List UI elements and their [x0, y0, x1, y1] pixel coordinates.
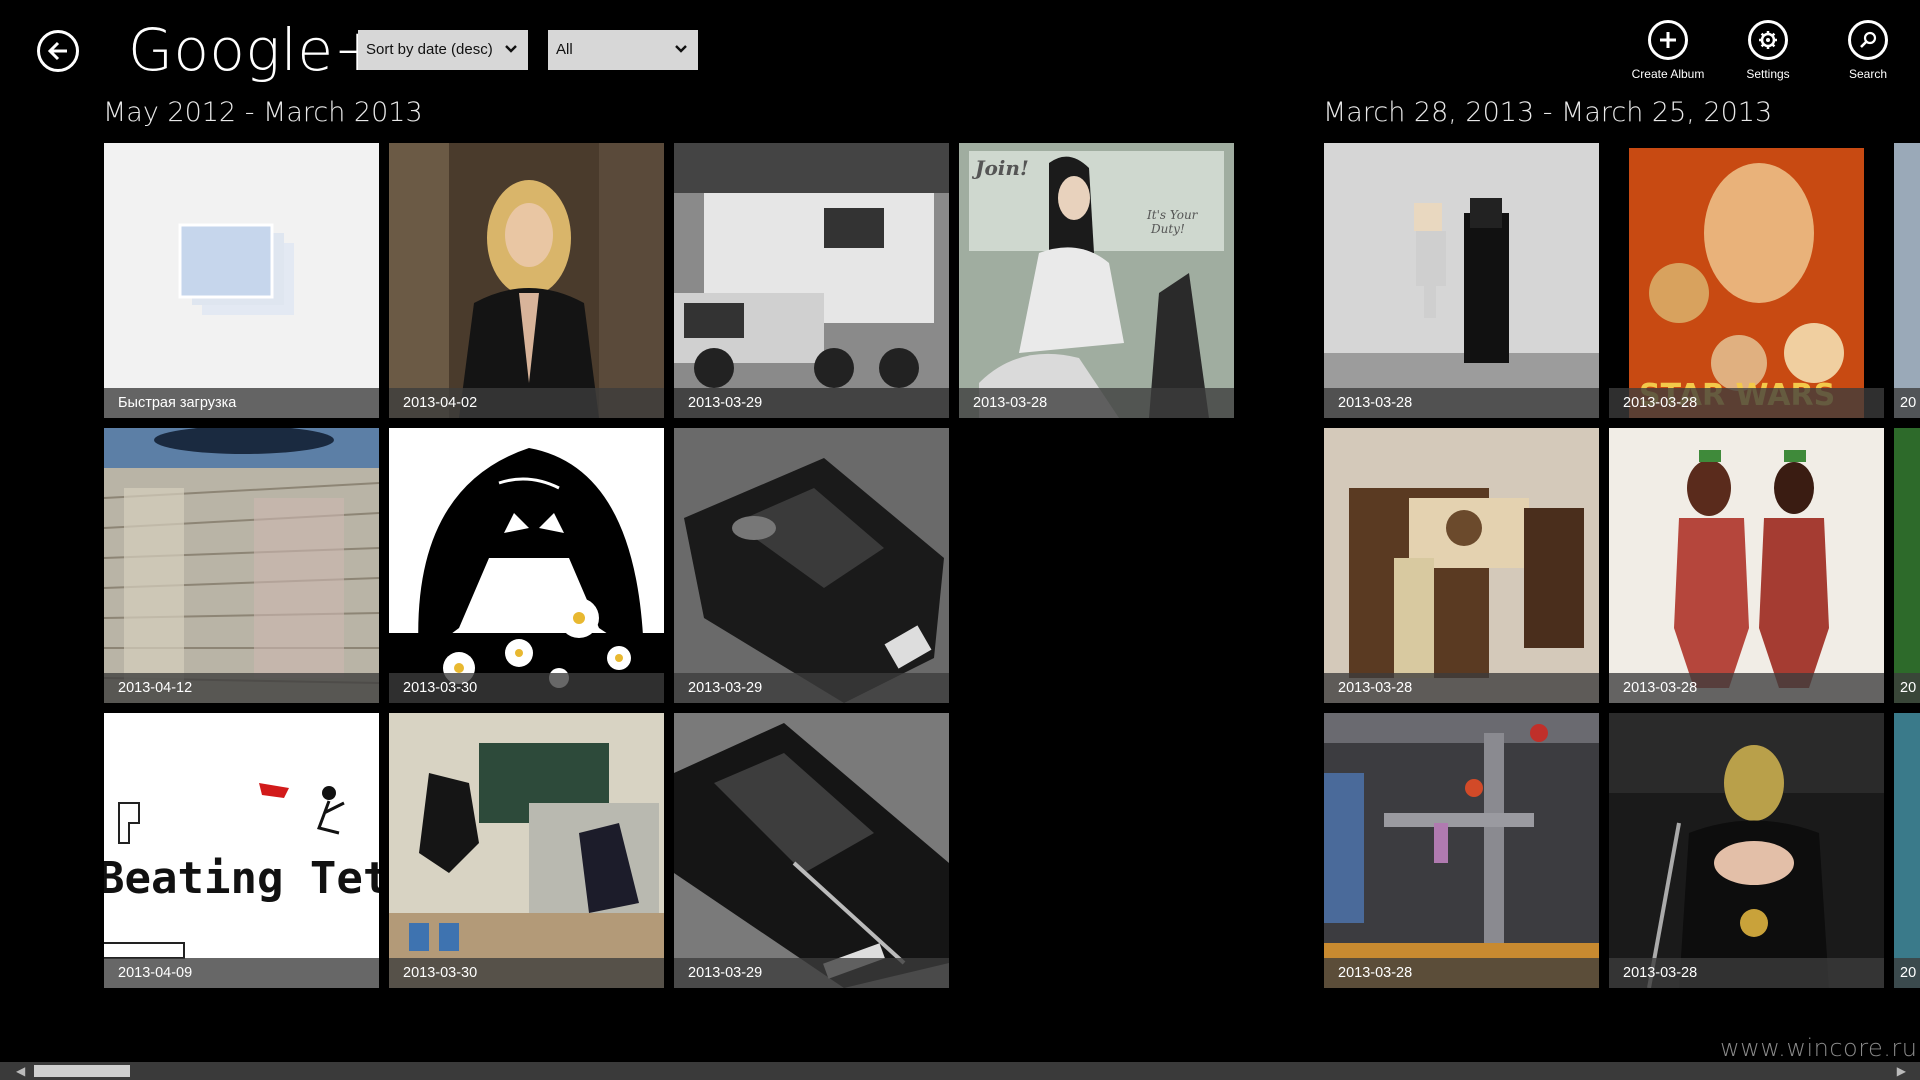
- tile-caption: 2013-03-28: [1324, 958, 1599, 988]
- tile-caption: 2013-03-28: [1609, 388, 1884, 418]
- sort-dropdown[interactable]: Sort by date (desc): [358, 30, 528, 70]
- photo-woman-leather: [389, 143, 664, 418]
- poster-line-1: It's Your: [1146, 208, 1199, 222]
- back-arrow-icon: [48, 41, 67, 61]
- tile-caption: Быстрая загрузка: [104, 388, 379, 418]
- photo-pixel-jabba: [1324, 428, 1599, 703]
- photo-tile[interactable]: 20: [1894, 143, 1920, 418]
- app-title: Google+: [128, 16, 383, 84]
- chevron-down-icon: [505, 45, 517, 53]
- photo-tile[interactable]: Beating Tetri 2013-04-09: [104, 713, 379, 988]
- create-album-button[interactable]: Create Album: [1623, 20, 1713, 86]
- photo-tile[interactable]: 2013-03-28: [1609, 428, 1884, 703]
- tile-caption: 2013-03-29: [674, 673, 949, 703]
- photo-schoolgirls-jump: [389, 713, 664, 988]
- tile-caption: 20: [1894, 388, 1920, 418]
- photo-star-wars-poster: STAR WARS: [1609, 143, 1884, 418]
- settings-label: Settings: [1746, 67, 1790, 81]
- photo-tile[interactable]: 2013-03-29: [674, 143, 949, 418]
- photo-tile[interactable]: 2013-03-28: [1324, 713, 1599, 988]
- section-title: May 2012 - March 2013: [103, 97, 423, 128]
- plus-icon: [1648, 20, 1688, 60]
- photo-tile[interactable]: 2013-03-29: [674, 428, 949, 703]
- tile-caption: 2013-03-28: [1324, 388, 1599, 418]
- photo-goofy-anatomy: [1609, 428, 1884, 703]
- tetris-title: Beating Tetri: [104, 853, 379, 904]
- photo-tile[interactable]: 2013-03-29: [674, 713, 949, 988]
- photo-convertible-car-2: [674, 713, 949, 988]
- photo-join-poster: Join! It's Your Duty!: [959, 143, 1234, 418]
- back-button[interactable]: [37, 30, 79, 72]
- tile-caption: 2013-03-30: [389, 673, 664, 703]
- photo-tile[interactable]: 2013-03-28: [1324, 143, 1599, 418]
- tile-caption: 2013-03-28: [1609, 958, 1884, 988]
- photo-camper-truck: [674, 143, 949, 418]
- photo-cosplay-scorpion: [1609, 713, 1884, 988]
- tile-caption: 2013-03-30: [389, 958, 664, 988]
- tile-caption: 2013-03-29: [674, 958, 949, 988]
- album-tile-quick-upload[interactable]: Быстрая загрузка: [104, 143, 379, 418]
- sort-dropdown-value: Sort by date (desc): [366, 41, 493, 58]
- tile-caption: 20: [1894, 958, 1920, 988]
- tile-caption: 2013-03-28: [1324, 673, 1599, 703]
- search-label: Search: [1848, 67, 1888, 81]
- photo-tile[interactable]: 20: [1894, 428, 1920, 703]
- search-icon: [1848, 20, 1888, 60]
- tile-caption: 2013-03-28: [1609, 673, 1884, 703]
- scroll-thumb[interactable]: [34, 1065, 130, 1077]
- gear-icon: [1748, 20, 1788, 60]
- watermark: www.wincore.ru: [1720, 1034, 1918, 1062]
- photo-tile[interactable]: 2013-04-12: [104, 428, 379, 703]
- scroll-left-icon[interactable]: ◀: [16, 1064, 25, 1078]
- photo-pixel-vader-hug: [1324, 143, 1599, 418]
- section-title: March 28, 2013 - March 25, 2013: [1323, 97, 1773, 128]
- poster-heading: Join!: [971, 156, 1029, 180]
- photo-beating-tetris: Beating Tetri: [104, 713, 379, 988]
- filter-dropdown[interactable]: All: [548, 30, 698, 70]
- photo-pixel-metroid: [1324, 713, 1599, 988]
- tile-caption: 2013-03-29: [674, 388, 949, 418]
- search-button[interactable]: Search: [1823, 20, 1913, 86]
- poster-line-2: Duty!: [1150, 222, 1185, 236]
- chevron-down-icon: [675, 45, 687, 53]
- photo-tile[interactable]: 20: [1894, 713, 1920, 988]
- tile-caption: 20: [1894, 673, 1920, 703]
- tile-caption: 2013-04-09: [104, 958, 379, 988]
- photo-tile[interactable]: 2013-03-28: [1609, 713, 1884, 988]
- photo-tile[interactable]: 2013-03-28: [1324, 428, 1599, 703]
- create-album-label: Create Album: [1631, 67, 1705, 81]
- photo-tile[interactable]: Join! It's Your Duty! 2013-03-28: [959, 143, 1234, 418]
- filter-dropdown-value: All: [556, 41, 573, 58]
- tile-caption: 2013-04-02: [389, 388, 664, 418]
- photo-tile[interactable]: 2013-04-02: [389, 143, 664, 418]
- photo-tile[interactable]: 2013-03-30: [389, 428, 664, 703]
- tile-caption: 2013-03-28: [959, 388, 1234, 418]
- photo-tile[interactable]: 2013-03-30: [389, 713, 664, 988]
- photo-convertible-car: [674, 428, 949, 703]
- album-placeholder-icon: [178, 223, 294, 315]
- photo-tile[interactable]: STAR WARS 2013-03-28: [1609, 143, 1884, 418]
- tile-caption: 2013-04-12: [104, 673, 379, 703]
- photo-banknotes: [104, 428, 379, 703]
- settings-button[interactable]: Settings: [1723, 20, 1813, 86]
- horizontal-scrollbar[interactable]: ◀ ▶: [0, 1062, 1920, 1080]
- photo-vader-flowers: [389, 428, 664, 703]
- scroll-right-icon[interactable]: ▶: [1897, 1064, 1906, 1078]
